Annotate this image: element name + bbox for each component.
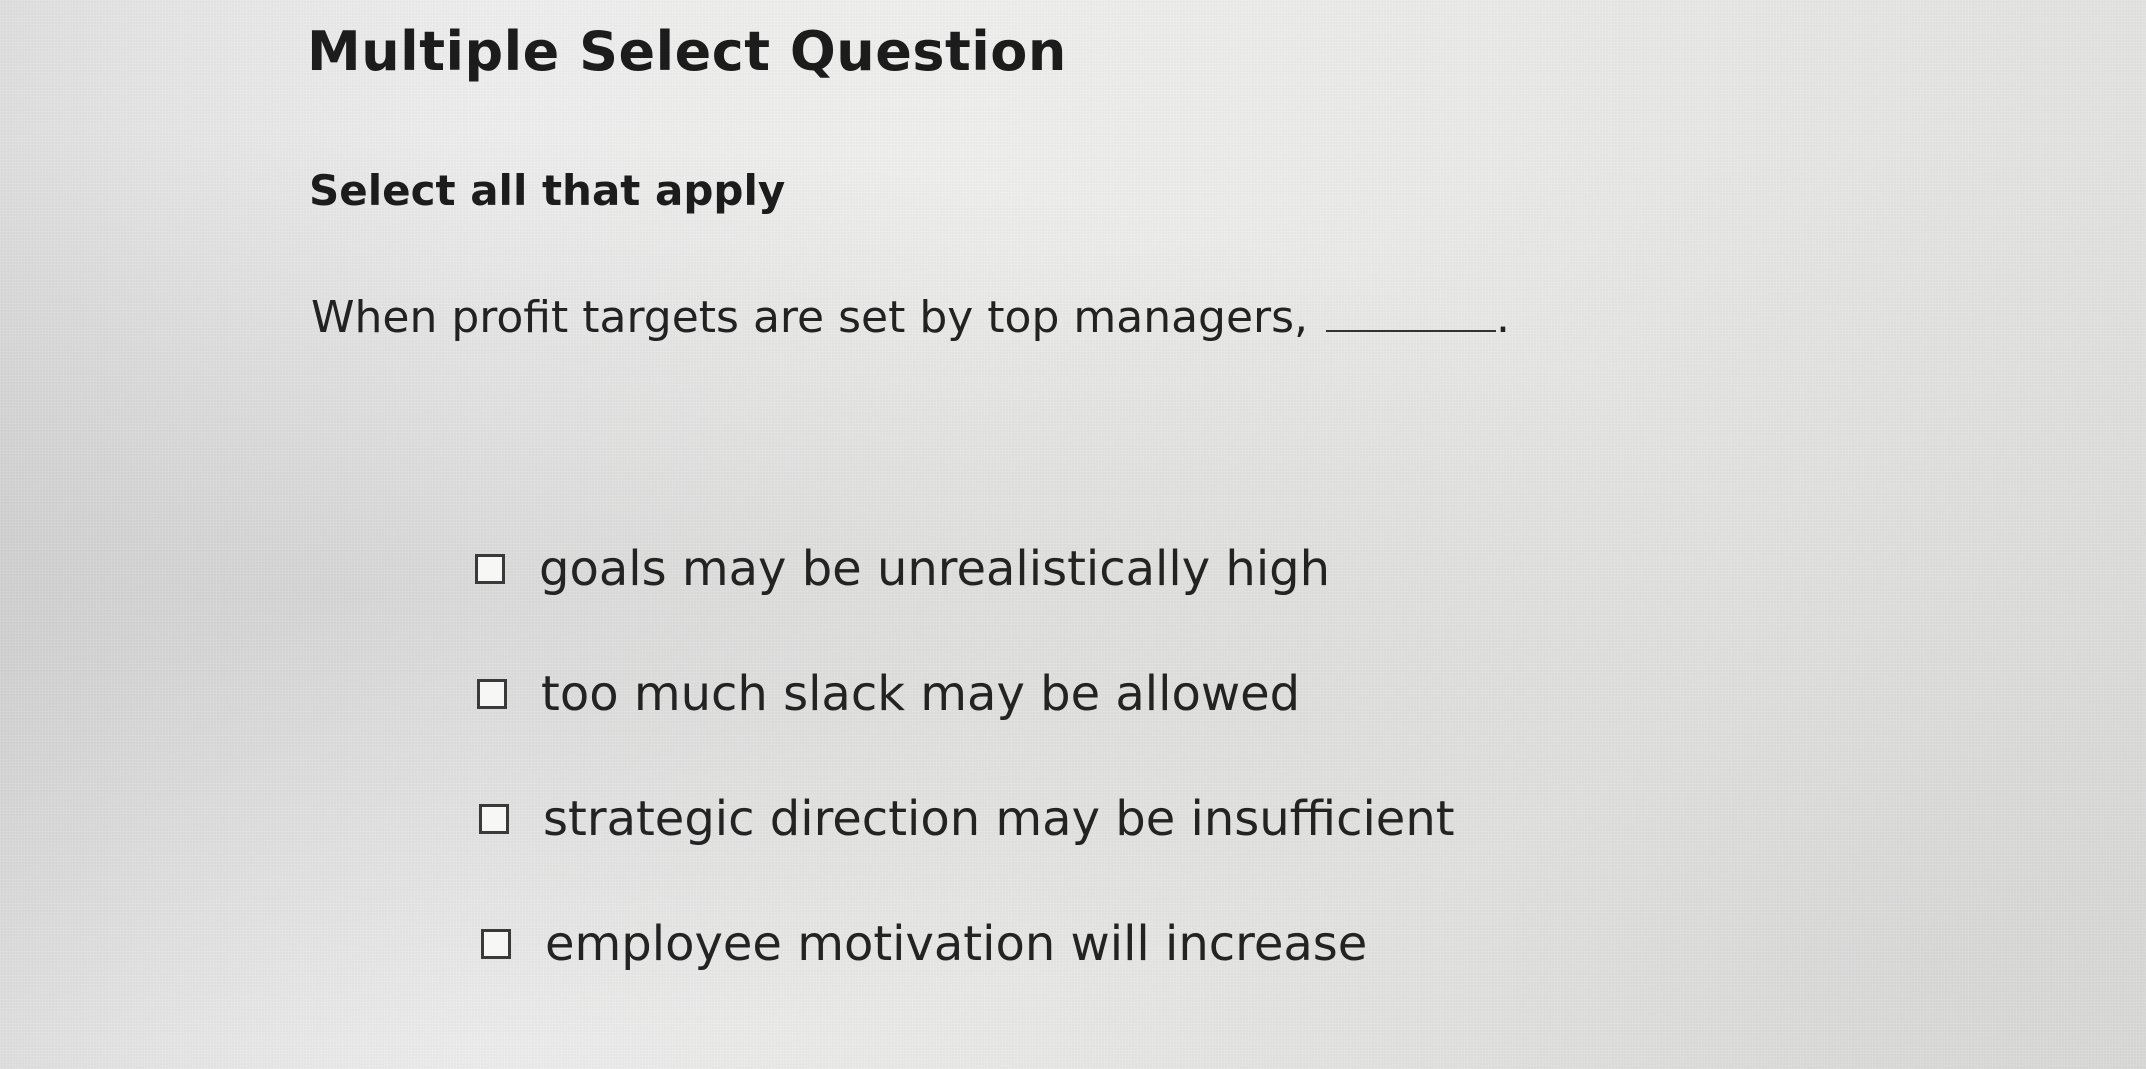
question-prompt: When profit targets are set by top manag…	[311, 292, 1510, 343]
answer-option-label[interactable]: strategic direction may be insufficient	[543, 791, 1455, 847]
prompt-text: When profit targets are set by top manag…	[311, 292, 1309, 343]
answer-option-label[interactable]: goals may be unrealistically high	[539, 541, 1330, 597]
checkbox[interactable]	[477, 679, 507, 709]
checkbox[interactable]	[475, 554, 505, 584]
question-type-title: Multiple Select Question	[307, 20, 1067, 83]
prompt-end: .	[1496, 292, 1511, 343]
answer-option-label[interactable]: too much slack may be allowed	[541, 666, 1300, 722]
answer-option[interactable]: employee motivation will increase	[481, 913, 1455, 975]
answer-options: goals may be unrealistically high too mu…	[475, 538, 1455, 1038]
answer-option[interactable]: goals may be unrealistically high	[475, 538, 1455, 600]
answer-option[interactable]: strategic direction may be insufficient	[479, 788, 1455, 850]
answer-option-label[interactable]: employee motivation will increase	[545, 916, 1367, 972]
instruction-text: Select all that apply	[309, 166, 786, 215]
question-card: Multiple Select Question Select all that…	[0, 0, 2146, 1069]
fill-in-blank	[1326, 330, 1497, 332]
checkbox[interactable]	[481, 929, 511, 959]
answer-option[interactable]: too much slack may be allowed	[477, 663, 1455, 725]
checkbox[interactable]	[479, 804, 509, 834]
